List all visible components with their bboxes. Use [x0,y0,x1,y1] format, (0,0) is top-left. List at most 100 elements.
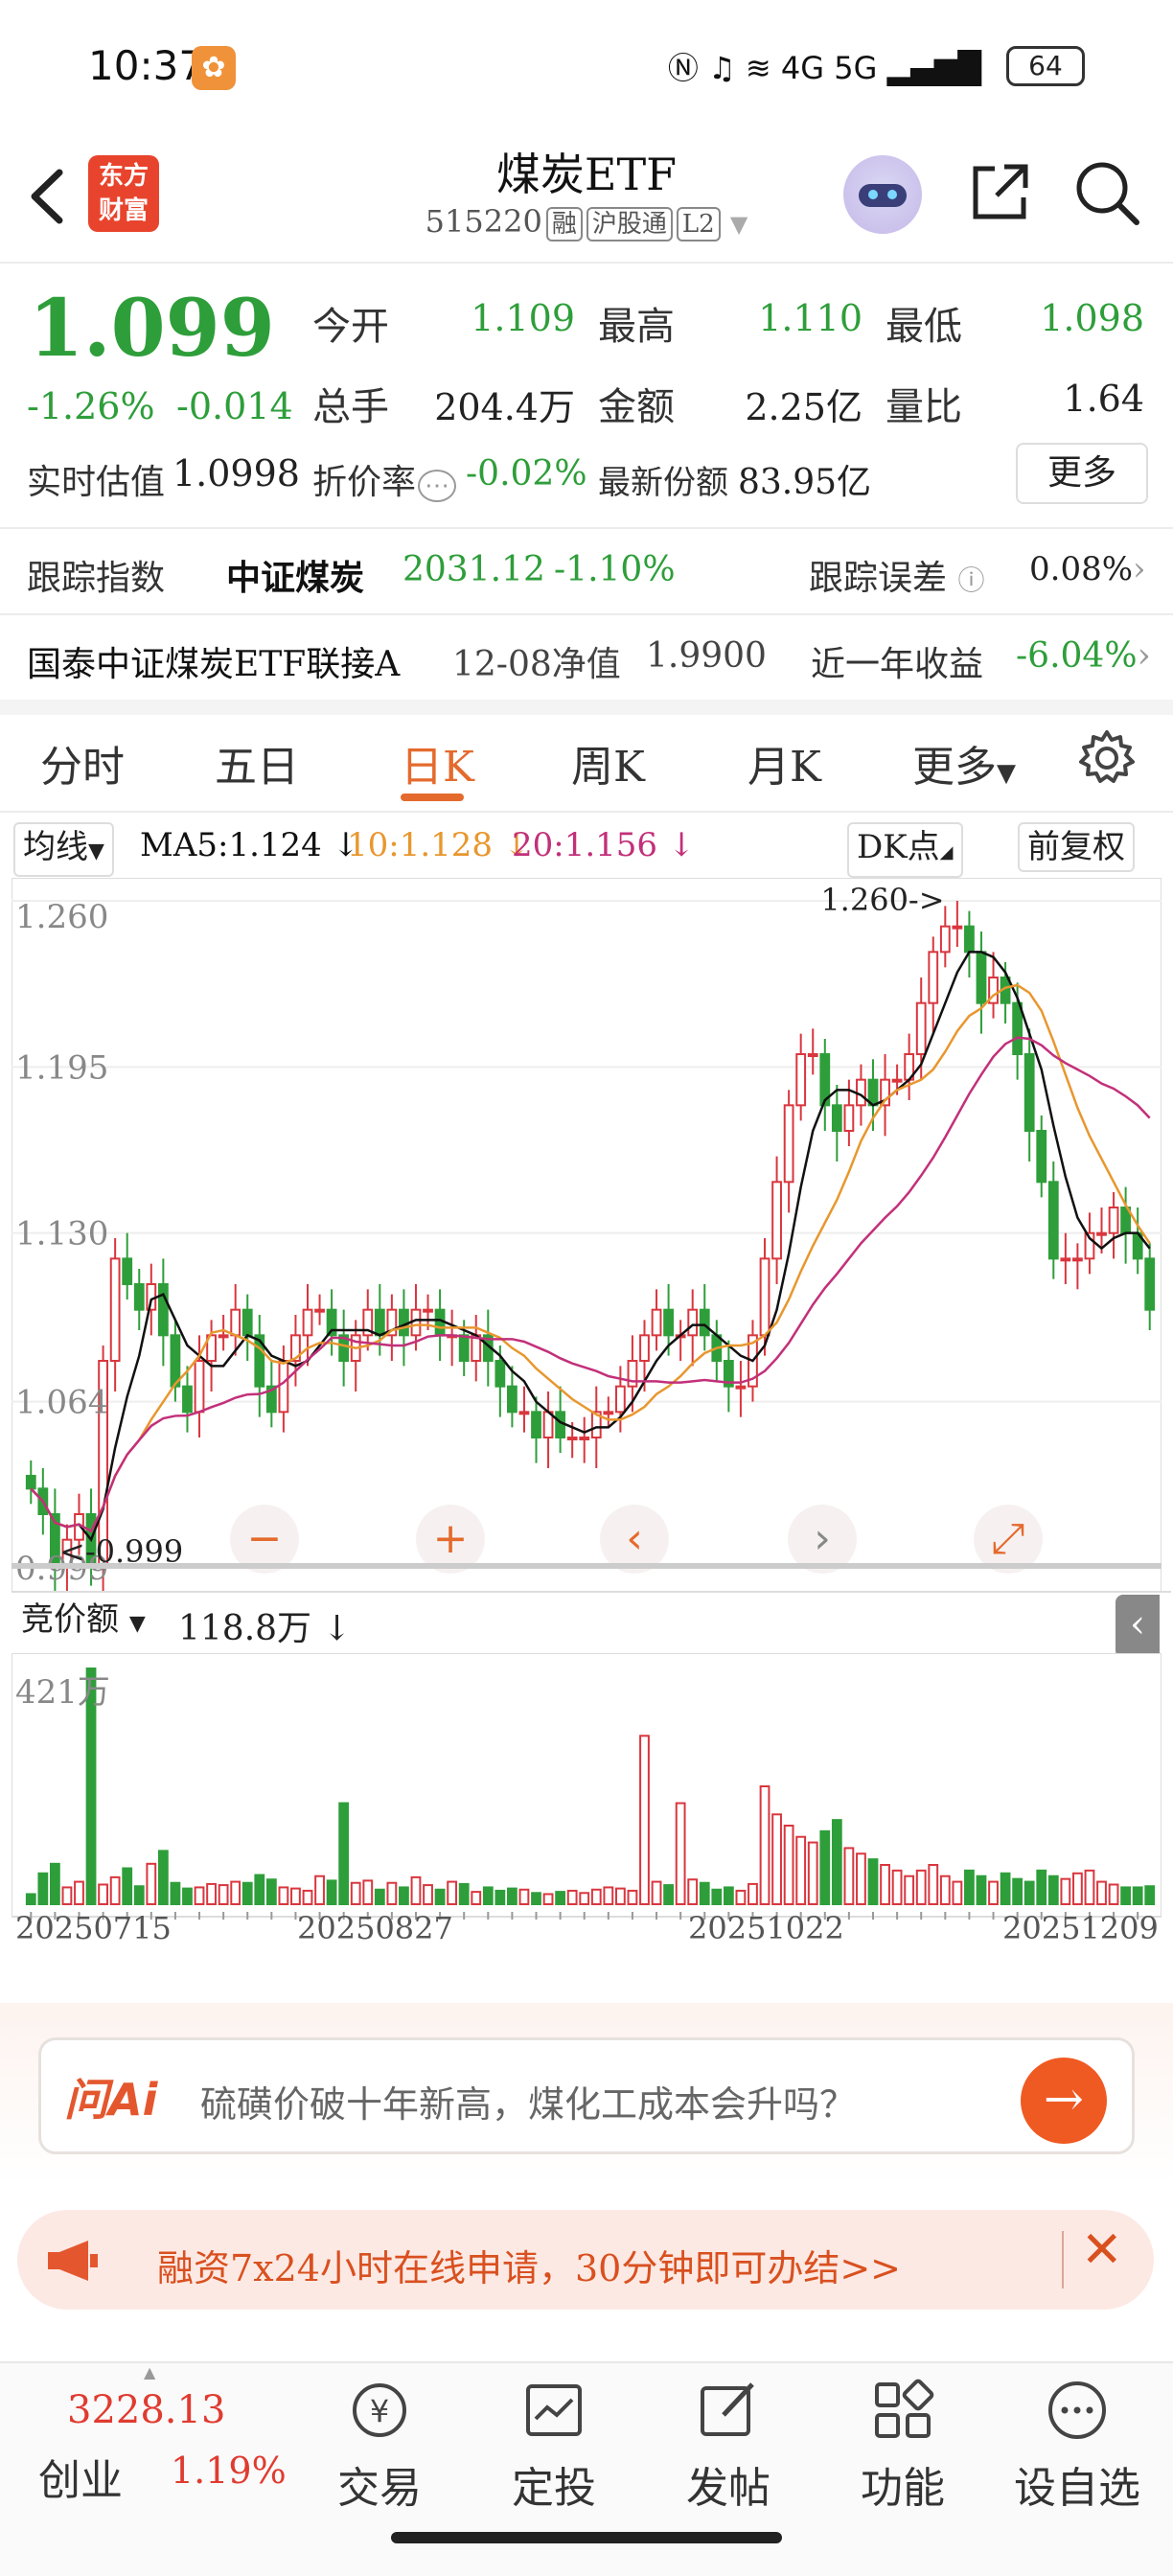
home-indicator[interactable] [391,2532,782,2543]
volume-dropdown[interactable]: 竞价额 ▼ [13,1597,153,1647]
nav-fixed-invest[interactable]: 定投 [468,2365,640,2515]
candle-body [531,1411,541,1438]
trade-yen-icon: ¥ [353,2383,406,2437]
volume-bar [915,1869,927,1906]
kline-chart[interactable]: 1.2601.1951.1301.0640.9991.260-><-0.999 … [12,878,1162,1593]
candle-body [639,1334,650,1363]
adjust-button[interactable]: 前复权 [1018,822,1135,872]
ai-question-box[interactable]: 问Ai 硫磺价破十年新高，煤化工成本会升吗？ → [38,2037,1135,2154]
ratio-value: 1.64 [1063,378,1144,420]
bottom-index-change[interactable]: 1.19% [171,2450,287,2492]
tab-more[interactable]: 更多▼ [912,732,1016,794]
active-tab-indicator [401,794,464,801]
candle-body [109,1257,121,1363]
ma20-readout: 20:1.156 ↓ [512,826,696,864]
high-label: 最高 [598,305,675,349]
open-label: 今开 [312,305,389,349]
tracking-error-value[interactable]: 0.08%› [1029,550,1146,588]
volume-bar [1096,1880,1107,1905]
candle-body [410,1308,422,1337]
tab-five-day[interactable]: 五日 [215,732,299,794]
volume-bar [507,1887,518,1906]
tab-weekly-k[interactable]: 周K [571,732,645,794]
volume-bar [37,1872,49,1906]
notification-icon: ✿ [192,46,236,90]
ai-question[interactable]: 硫磺价破十年新高，煤化工成本会升吗？ [200,2075,856,2128]
candle-body [170,1334,181,1388]
candle-body [566,1437,578,1440]
y-tick-label: 1.064 [15,1384,108,1422]
volume-bar [651,1880,662,1905]
volume-bar [326,1879,337,1905]
nav-add-watchlist[interactable]: 设自选 [991,2365,1163,2515]
volume-bar [843,1847,855,1906]
volume-bar [614,1887,626,1906]
megaphone-icon [48,2241,98,2281]
amount-label: 金额 [598,385,675,429]
volume-bar [1060,1877,1071,1905]
ai-assistant-avatar[interactable] [843,155,922,234]
y-tick-label: 1.195 [15,1048,108,1087]
candle-body [1024,1053,1035,1132]
settings-gear-icon[interactable] [1077,728,1137,788]
nav-post[interactable]: 发帖 [642,2365,815,2515]
shares-value: 83.95亿 [738,463,872,502]
volume-bar [687,1878,699,1906]
bottom-index-value[interactable]: 3228.13 [67,2388,225,2432]
banner-text[interactable]: 融资7x24小时在线申请，30分钟即可办结>> [157,2239,901,2291]
nav-functions[interactable]: 功能 [816,2365,989,2515]
open-value: 1.109 [471,297,575,339]
tab-intraday[interactable]: 分时 [40,732,125,794]
tracking-error-label[interactable]: 跟踪误差 ⓘ [809,550,984,600]
link-fund-return[interactable]: -6.04%› [1016,636,1151,676]
candle-body [434,1308,446,1337]
volume-bar [399,1886,409,1906]
volume-bar [663,1884,674,1905]
share-icon[interactable] [966,157,1035,226]
tracking-index-name[interactable]: 中证煤炭 [226,550,364,600]
volume-bar [579,1892,590,1906]
search-icon[interactable] [1071,157,1142,228]
more-button[interactable]: 更多 [1016,443,1148,504]
candle-body [891,1078,903,1083]
volume-bar [542,1893,554,1905]
volume-max-label: 421万 [15,1673,110,1712]
candle-body [157,1283,169,1337]
tab-daily-k[interactable]: 日K [401,732,474,794]
volume-bar [627,1889,638,1905]
dk-point-button[interactable]: DK点◢ [847,822,963,878]
volume-bar [157,1850,169,1906]
ma-dropdown[interactable]: 均线▼ [13,822,114,877]
volume-bar [531,1892,541,1906]
candle-body [976,951,987,1004]
volume-bar [98,1883,108,1905]
header: 东方 财富 煤炭ETF 515220 融沪股通 L2 ▼ [0,134,1173,264]
svg-text:⤢: ⤢ [991,1514,1024,1563]
volume-bar [74,1880,84,1905]
candle-body [771,1181,782,1260]
volume-bar [254,1874,265,1906]
link-fund-name[interactable]: 国泰中证煤炭ETF联接A [27,636,400,686]
more-dots-icon [1048,2381,1106,2439]
grid-icon [875,2379,934,2438]
volume-bar [386,1881,398,1906]
volume-bar [928,1864,939,1905]
status-icons: Ⓝ ♫ ≋ 4G 5G ▂▄▆█ [668,44,981,88]
high-annotation: 1.260-> [820,882,944,918]
y-tick-label: 1.260 [15,898,108,936]
candle-body [1072,1257,1083,1262]
close-icon[interactable]: ✕ [1081,2221,1123,2279]
candle-body [25,1475,36,1490]
bottom-index-name[interactable]: 创业 [38,2446,123,2507]
collapse-panel-icon[interactable]: ‹ [1116,1595,1160,1658]
nav-trade[interactable]: ¥ 交易 [293,2365,466,2515]
tab-monthly-k[interactable]: 月K [748,732,821,794]
promo-banner[interactable]: 融资7x24小时在线申请，30分钟即可办结>> ✕ [17,2210,1154,2310]
volume-bar [170,1881,181,1906]
volume-bar [771,1813,782,1906]
amount-value: 2.25亿 [745,386,862,428]
ai-submit-arrow-icon[interactable]: → [1021,2058,1107,2144]
link-fund-nav-label: 12-08净值 [452,645,621,684]
volume-bar [314,1874,325,1905]
chevron-right-icon: › [1137,636,1151,676]
